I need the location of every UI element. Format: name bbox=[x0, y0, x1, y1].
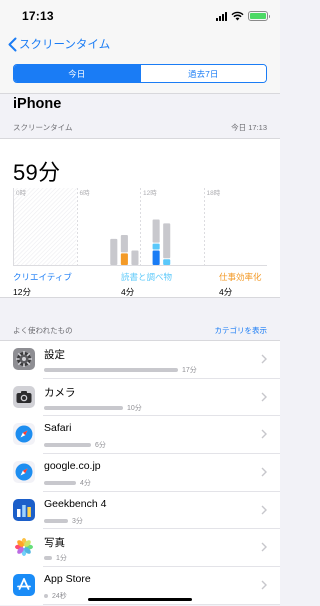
category-name: 読書と調べ物 bbox=[121, 272, 173, 282]
period-segmented-control: 今日 過去7日 bbox=[13, 64, 267, 83]
usage-bar bbox=[44, 556, 52, 561]
app-list: 設定 17分 カメラ 10分 Safari 6分 google.co.jp 4分… bbox=[0, 340, 280, 605]
usage-bar bbox=[44, 518, 68, 523]
category-value: 4分 bbox=[219, 287, 233, 297]
summary-card[interactable]: 59分 0時 6時 12時 18時 クリエイティブ 12分 読書と調べ物 4分 仕事効… bbox=[0, 138, 280, 298]
screen-time-section-header: スクリーンタイム 今日 17:13 bbox=[0, 119, 280, 137]
usage-bar bbox=[44, 481, 76, 486]
usage-bar-row: 17分 bbox=[44, 365, 234, 375]
chevron-right-icon bbox=[261, 467, 267, 477]
most-used-header: よく使われたもの カテゴリを表示 bbox=[0, 321, 280, 339]
category-productivity: 仕事効率化 4分 bbox=[219, 271, 262, 298]
app-row-camera[interactable]: カメラ 10分 bbox=[0, 379, 280, 417]
back-button-label: スクリーンタイム bbox=[19, 39, 111, 51]
app-row-settings[interactable]: 設定 17分 bbox=[0, 341, 280, 379]
segment-last-7-days[interactable]: 過去7日 bbox=[139, 65, 266, 82]
wifi-icon bbox=[231, 11, 244, 21]
settings-icon bbox=[13, 348, 35, 370]
chart-bar-クリエイティブ bbox=[152, 250, 160, 265]
chart-tick-label: 12時 bbox=[143, 189, 157, 197]
most-used-label: よく使われたもの bbox=[13, 326, 73, 335]
app-row-safari[interactable]: Safari 6分 bbox=[0, 416, 280, 454]
segment-area: 今日 過去7日 bbox=[0, 58, 280, 94]
chevron-left-icon bbox=[8, 37, 17, 51]
chevron-right-icon bbox=[261, 542, 267, 552]
category-reading: 読書と調べ物 4分 bbox=[121, 271, 172, 298]
chart-tick-label: 18時 bbox=[207, 189, 221, 197]
app-name: App Store bbox=[44, 573, 91, 586]
chevron-right-icon bbox=[261, 354, 267, 364]
navigation-bar: スクリーンタイム bbox=[0, 32, 280, 58]
chart-tick-label: 0時 bbox=[16, 189, 27, 197]
chart-svg: 0時 6時 12時 18時 bbox=[13, 188, 267, 266]
chart-bar-other bbox=[163, 223, 171, 259]
usage-bar bbox=[44, 405, 123, 410]
app-store-icon bbox=[13, 574, 35, 597]
usage-time: 24秒 bbox=[52, 593, 67, 601]
home-indicator[interactable] bbox=[88, 598, 192, 601]
chevron-right-icon bbox=[261, 392, 267, 402]
category-name: 仕事効率化 bbox=[219, 272, 262, 282]
chevron-right-icon bbox=[261, 429, 267, 439]
app-name: Geekbench 4 bbox=[44, 497, 107, 510]
usage-time: 1分 bbox=[56, 555, 67, 563]
app-row-photos[interactable]: 写真 1分 bbox=[0, 529, 280, 567]
status-icons bbox=[216, 11, 270, 21]
app-row-geekbench[interactable]: Geekbench 4 3分 bbox=[0, 492, 280, 530]
safari-icon bbox=[13, 423, 35, 446]
night-shading bbox=[13, 188, 77, 265]
usage-time: 3分 bbox=[72, 517, 83, 525]
chart-bar-other bbox=[131, 250, 139, 265]
chart-bar-other bbox=[110, 238, 118, 265]
usage-bar bbox=[44, 368, 178, 372]
app-row-google[interactable]: google.co.jp 4分 bbox=[0, 454, 280, 492]
chart-bar-読書と調べ物 bbox=[152, 243, 160, 250]
app-name: カメラ bbox=[44, 386, 76, 399]
usage-time: 6分 bbox=[95, 442, 106, 450]
chart-bar-仕事効率化 bbox=[120, 253, 128, 265]
chart-bar-other bbox=[152, 219, 160, 243]
status-time: 17:13 bbox=[22, 9, 54, 23]
usage-bar-row: 10分 bbox=[44, 403, 234, 413]
show-categories-link[interactable]: カテゴリを表示 bbox=[215, 325, 268, 336]
chevron-right-icon bbox=[261, 580, 267, 590]
chevron-right-icon bbox=[261, 505, 267, 515]
usage-bar-row: 3分 bbox=[44, 516, 234, 526]
safari-icon bbox=[13, 461, 35, 484]
usage-bar bbox=[44, 594, 48, 599]
app-name: Safari bbox=[44, 422, 72, 435]
usage-time: 17分 bbox=[182, 367, 197, 374]
section-label: スクリーンタイム bbox=[13, 123, 73, 132]
battery-icon bbox=[248, 11, 270, 21]
category-name: クリエイティブ bbox=[13, 272, 72, 282]
category-creative: クリエイティブ 12分 bbox=[13, 271, 72, 298]
app-name: google.co.jp bbox=[44, 460, 101, 473]
usage-bar-row: 6分 bbox=[44, 440, 234, 450]
camera-icon bbox=[13, 385, 35, 408]
photos-icon bbox=[13, 536, 35, 559]
status-bar: 17:13 bbox=[0, 0, 280, 32]
total-screen-time: 59分 bbox=[13, 160, 61, 185]
app-name: 写真 bbox=[44, 537, 65, 550]
device-title: iPhone bbox=[13, 96, 62, 112]
category-value: 4分 bbox=[121, 287, 135, 297]
segment-today[interactable]: 今日 bbox=[14, 65, 140, 82]
hourly-usage-chart: 0時 6時 12時 18時 bbox=[13, 188, 267, 267]
chart-bar-other bbox=[120, 234, 128, 253]
usage-time: 10分 bbox=[127, 404, 142, 412]
usage-bar-row: 4分 bbox=[44, 478, 234, 488]
chart-bar-読書と調べ物 bbox=[163, 259, 171, 265]
geekbench-icon bbox=[13, 498, 35, 521]
chart-tick-label: 6時 bbox=[80, 189, 91, 197]
usage-bar-row: 1分 bbox=[44, 553, 234, 563]
usage-bar bbox=[44, 443, 91, 448]
app-name: 設定 bbox=[44, 349, 65, 361]
section-timestamp: 今日 17:13 bbox=[231, 123, 267, 132]
category-value: 12分 bbox=[13, 287, 31, 297]
back-button[interactable]: スクリーンタイム bbox=[7, 36, 110, 52]
cellular-signal-icon bbox=[216, 11, 227, 21]
usage-time: 4分 bbox=[80, 480, 91, 488]
